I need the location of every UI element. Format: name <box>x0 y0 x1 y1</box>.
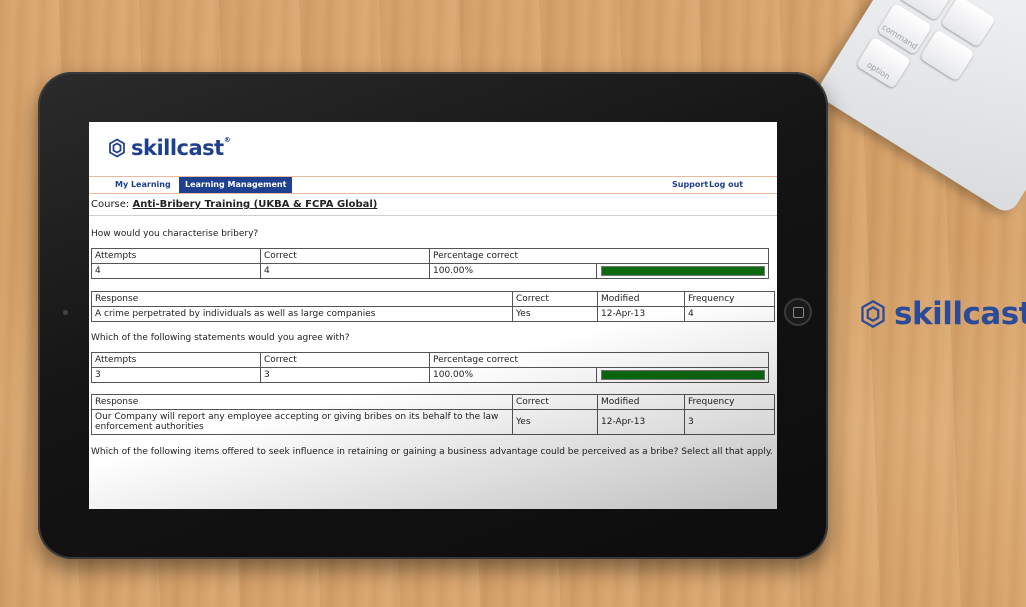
header-response: Response <box>91 291 513 307</box>
percentage-value: 100.00% <box>429 263 597 279</box>
tablet-device: skillcast ® My Learning Learning Manageme… <box>38 72 828 559</box>
response-text: Our Company will report any employee acc… <box>91 409 513 435</box>
course-link[interactable]: Anti-Bribery Training (UKBA & FCPA Globa… <box>132 199 377 210</box>
header-response: Response <box>91 394 513 410</box>
header-frequency: Frequency <box>684 394 775 410</box>
table-row: Response Correct Modified Frequency <box>91 394 775 410</box>
header-correct: Correct <box>260 248 430 264</box>
header-response-correct: Correct <box>512 291 598 307</box>
response-correct: Yes <box>512 409 598 435</box>
percentage-value: 100.00% <box>429 367 597 383</box>
response-text: A crime perpetrated by individuals as we… <box>91 306 513 322</box>
brand-logo-desk: skillcast® <box>858 296 1026 332</box>
question-text: Which of the following items offered to … <box>91 447 773 457</box>
response-table: Response Correct Modified Frequency Our … <box>91 394 775 435</box>
nav-my-learning[interactable]: My Learning <box>115 177 171 193</box>
divider <box>89 215 777 216</box>
correct-value: 3 <box>260 367 430 383</box>
table-row: 4 4 100.00% <box>91 263 769 279</box>
stats-table: Attempts Correct Percentage correct 4 4 … <box>91 248 769 279</box>
top-nav: My Learning Learning Management Support … <box>89 176 777 194</box>
home-button[interactable] <box>784 298 812 326</box>
header-attempts: Attempts <box>91 248 261 264</box>
question-text: How would you characterise bribery? <box>91 229 259 239</box>
table-row: Attempts Correct Percentage correct <box>91 248 769 264</box>
progress-bar <box>600 266 765 276</box>
progress-cell <box>596 263 769 279</box>
attempts-value: 4 <box>91 263 261 279</box>
skillcast-logo-icon <box>109 138 125 158</box>
attempts-value: 3 <box>91 367 261 383</box>
progress-fill <box>601 267 764 275</box>
header-attempts: Attempts <box>91 352 261 368</box>
response-modified: 12-Apr-13 <box>597 409 685 435</box>
table-row: 3 3 100.00% <box>91 367 769 383</box>
header-correct: Correct <box>260 352 430 368</box>
correct-value: 4 <box>260 263 430 279</box>
nav-logout[interactable]: Log out <box>709 177 743 193</box>
header-modified: Modified <box>597 394 685 410</box>
brand-logo[interactable]: skillcast ® <box>107 136 231 160</box>
keyboard: command option <box>814 0 1026 216</box>
home-square-icon <box>792 306 804 318</box>
camera-icon <box>63 310 68 315</box>
brand-reg: ® <box>223 136 231 144</box>
nav-learning-management[interactable]: Learning Management <box>179 177 293 193</box>
brand-name: skillcast <box>131 136 224 160</box>
course-title: Course: Anti-Bribery Training (UKBA & FC… <box>91 199 377 210</box>
progress-cell <box>596 367 769 383</box>
header-percentage: Percentage correct <box>429 352 769 368</box>
progress-bar <box>600 370 765 380</box>
table-row: Attempts Correct Percentage correct <box>91 352 769 368</box>
response-frequency: 3 <box>684 409 775 435</box>
table-row: A crime perpetrated by individuals as we… <box>91 306 775 322</box>
nav-support[interactable]: Support <box>672 177 708 193</box>
header-percentage: Percentage correct <box>429 248 769 264</box>
response-correct: Yes <box>512 306 598 322</box>
question-text: Which of the following statements would … <box>91 333 350 343</box>
header-frequency: Frequency <box>684 291 775 307</box>
response-modified: 12-Apr-13 <box>597 306 685 322</box>
response-table: Response Correct Modified Frequency A cr… <box>91 291 775 322</box>
progress-fill <box>601 371 764 379</box>
table-row: Response Correct Modified Frequency <box>91 291 775 307</box>
table-row: Our Company will report any employee acc… <box>91 409 775 435</box>
brand-name: skillcast <box>894 296 1026 332</box>
header-modified: Modified <box>597 291 685 307</box>
stats-table: Attempts Correct Percentage correct 3 3 … <box>91 352 769 383</box>
header-response-correct: Correct <box>512 394 598 410</box>
course-label: Course: <box>91 199 130 210</box>
response-frequency: 4 <box>684 306 775 322</box>
skillcast-logo-icon <box>861 299 885 329</box>
tablet-screen: skillcast ® My Learning Learning Manageme… <box>89 122 777 509</box>
